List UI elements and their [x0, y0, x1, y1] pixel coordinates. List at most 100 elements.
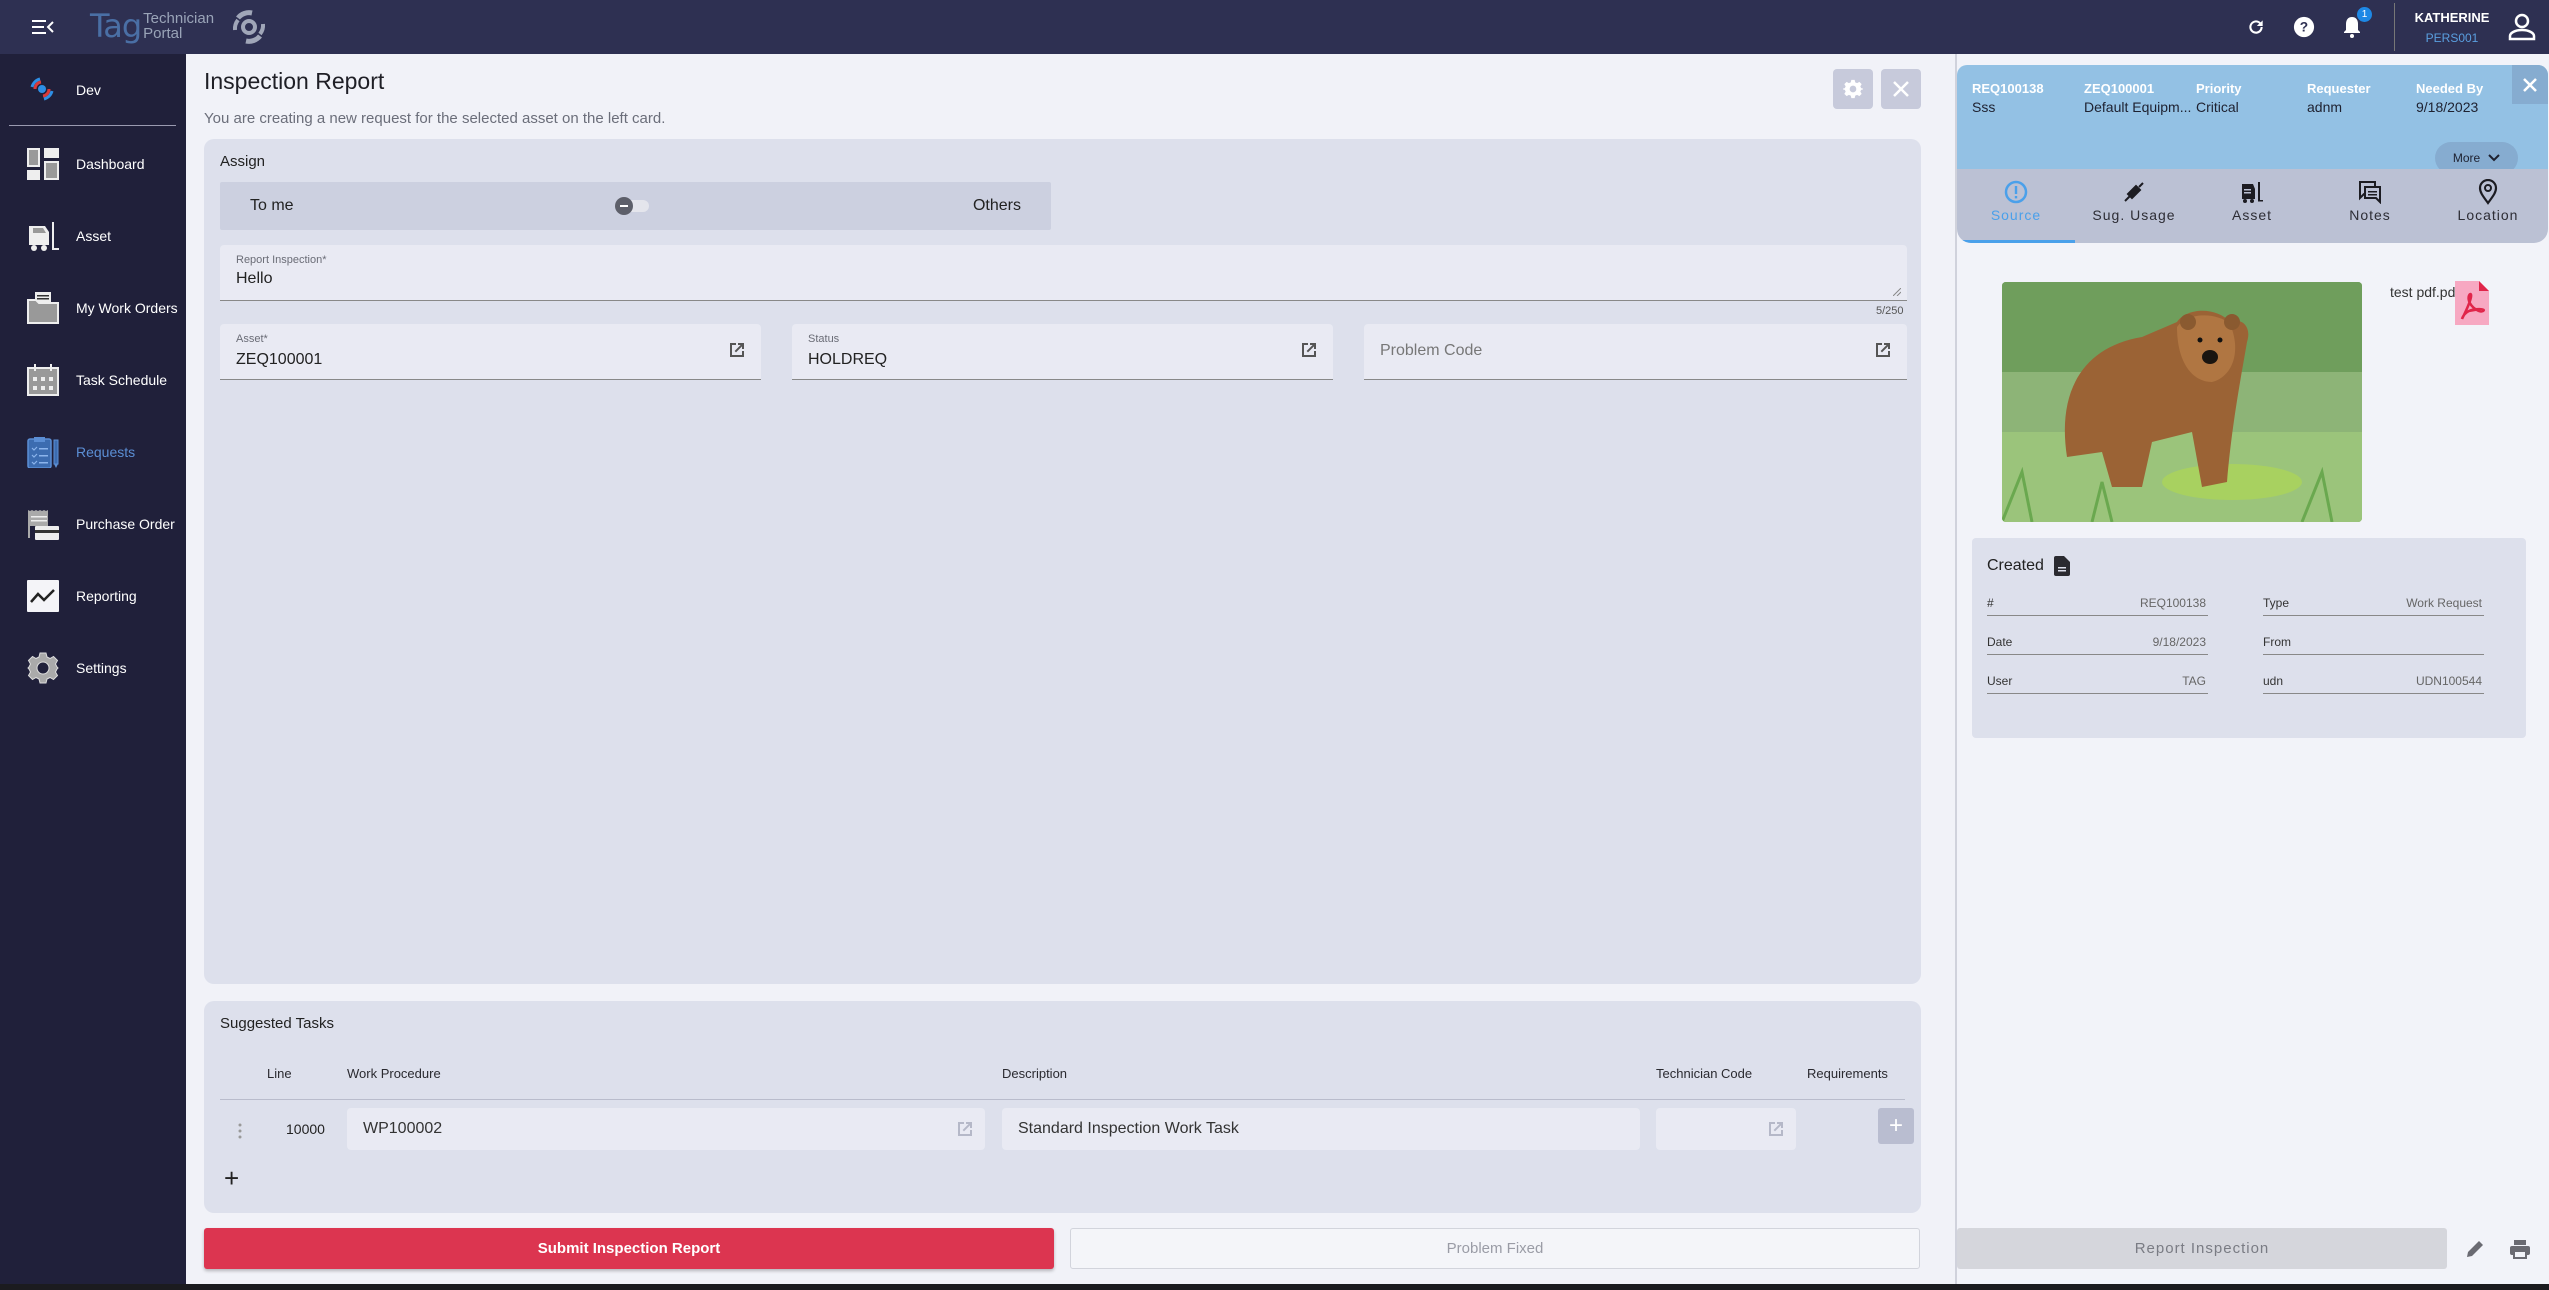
chevron-down-icon: [2488, 154, 2500, 162]
top-bar: Tag Technician Portal ? 1 KATHERINE PERS0…: [0, 0, 2549, 54]
open-in-new-icon[interactable]: [1299, 340, 1319, 360]
help-icon: ?: [2293, 16, 2315, 38]
environment-label: Dev: [76, 82, 101, 98]
sidebar-item-label: Asset: [76, 228, 112, 244]
technician-code-input[interactable]: [1656, 1108, 1796, 1150]
report-inspection-input[interactable]: Hello: [236, 270, 272, 288]
problem-code-input[interactable]: Problem Code: [1380, 342, 1482, 360]
user-name: KATHERINE: [2414, 9, 2490, 25]
refresh-icon: [2249, 20, 2263, 34]
sidebar-item-asset[interactable]: Asset: [0, 206, 186, 266]
app-logo: Tag Technician Portal: [90, 6, 214, 46]
sidebar-item-settings[interactable]: Settings: [0, 638, 186, 698]
requester-value: adnm: [2307, 99, 2343, 115]
user-info: KATHERINE PERS001: [2407, 10, 2497, 45]
suggested-tasks-card: Suggested Tasks Line Work Procedure Desc…: [204, 1001, 1921, 1213]
open-in-new-icon[interactable]: [727, 340, 747, 360]
status-field[interactable]: Status HOLDREQ: [792, 324, 1333, 380]
attachment-filename[interactable]: test pdf.pdf: [2390, 284, 2459, 300]
column-header-line: Line: [267, 1066, 292, 1081]
column-header-requirements: Requirements: [1807, 1066, 1888, 1081]
refresh-button[interactable]: [2244, 15, 2268, 39]
close-panel-button[interactable]: [2512, 65, 2548, 104]
sidebar-divider: [9, 125, 176, 126]
needed-by-column: Needed By 9/18/2023: [2416, 81, 2483, 115]
settings-button[interactable]: [1833, 69, 1873, 109]
sidebar-item-label: Purchase Order: [76, 516, 175, 532]
pdf-file-icon[interactable]: [2455, 281, 2489, 325]
plus-icon: +: [1888, 1112, 1903, 1139]
tab-sug-usage[interactable]: Sug. Usage: [2075, 169, 2193, 243]
detail-tabs: Source Sug. Usage Asset Notes Location: [1957, 169, 2548, 243]
tab-location[interactable]: Location: [2429, 169, 2547, 243]
assign-others-option[interactable]: Others: [973, 197, 1021, 215]
request-summary-header: REQ100138 Sss ZEQ100001 Default Equipm..…: [1957, 65, 2548, 174]
sidebar-item-reporting[interactable]: Reporting: [0, 566, 186, 626]
asset-input[interactable]: ZEQ100001: [236, 351, 322, 369]
sidebar-item-requests[interactable]: Requests: [0, 422, 186, 482]
add-task-button[interactable]: +: [224, 1165, 246, 1191]
assign-toggle[interactable]: [615, 197, 653, 215]
tab-source[interactable]: Source: [1957, 169, 2075, 243]
environment-selector[interactable]: Dev: [0, 54, 186, 126]
report-inspection-button[interactable]: Report Inspection: [1957, 1228, 2447, 1269]
sidebar-item-label: Task Schedule: [76, 372, 168, 388]
asset-column: ZEQ100001 Default Equipm...: [2084, 81, 2191, 115]
help-button[interactable]: ?: [2292, 15, 2316, 39]
edit-pencil-icon[interactable]: [2464, 1238, 2486, 1260]
toggle-knob: [615, 197, 633, 215]
tab-asset[interactable]: Asset: [2193, 169, 2311, 243]
sidebar-item-purchase-order[interactable]: Purchase Order: [0, 494, 186, 554]
user-profile-button[interactable]: [2507, 12, 2537, 42]
open-in-new-icon[interactable]: [1766, 1119, 1786, 1139]
alert-circle-icon: [2004, 180, 2028, 204]
line-number: 10000: [286, 1121, 325, 1137]
request-id-column: REQ100138 Sss: [1972, 81, 2044, 115]
plus-icon: +: [224, 1163, 240, 1193]
page-title: Inspection Report: [204, 68, 385, 94]
table-header-divider: [220, 1099, 1905, 1100]
created-label: Created: [1987, 557, 2044, 574]
open-in-new-icon[interactable]: [1873, 340, 1893, 360]
problem-code-field[interactable]: Problem Code: [1364, 324, 1907, 380]
attachment-photo[interactable]: [2002, 282, 2362, 522]
work-procedure-value: WP100002: [363, 1120, 443, 1137]
chart-line-icon: [26, 579, 60, 613]
user-id: PERS001: [2425, 30, 2479, 45]
requester-label: Requester: [2307, 81, 2371, 96]
drag-handle-icon[interactable]: [238, 1123, 242, 1139]
assign-to-me-option[interactable]: To me: [250, 197, 294, 215]
notifications-button[interactable]: 1: [2340, 7, 2372, 39]
add-requirement-button[interactable]: +: [1878, 1108, 1914, 1144]
description-input[interactable]: Standard Inspection Work Task: [1002, 1108, 1640, 1150]
close-button[interactable]: [1881, 69, 1921, 109]
brand-mark-icon: [230, 8, 268, 51]
field-label: Asset*: [236, 333, 268, 345]
sidebar-item-task-schedule[interactable]: Task Schedule: [0, 350, 186, 410]
sidebar-item-dashboard[interactable]: Dashboard: [0, 134, 186, 194]
submit-inspection-report-button[interactable]: Submit Inspection Report: [204, 1228, 1054, 1269]
field-label: Status: [808, 333, 840, 345]
print-icon[interactable]: [2509, 1238, 2531, 1260]
tab-notes[interactable]: Notes: [2311, 169, 2429, 243]
problem-fixed-button[interactable]: Problem Fixed: [1070, 1228, 1920, 1269]
menu-collapse-button[interactable]: [30, 14, 56, 40]
created-field-number: # REQ100138: [1987, 590, 2208, 616]
tab-label: Source: [1990, 207, 2042, 223]
document-icon[interactable]: [2053, 556, 2070, 576]
requester-column: Requester adnm: [2307, 81, 2371, 115]
work-procedure-input[interactable]: WP100002: [347, 1108, 985, 1150]
sidebar-item-label: My Work Orders: [76, 300, 178, 316]
report-inspection-field[interactable]: Report Inspection* Hello: [220, 245, 1907, 301]
column-header-description: Description: [1002, 1066, 1068, 1081]
asset-field[interactable]: Asset* ZEQ100001: [220, 324, 761, 380]
status-input[interactable]: HOLDREQ: [808, 351, 887, 369]
sidebar-item-my-work-orders[interactable]: My Work Orders: [0, 278, 186, 338]
resize-handle-icon[interactable]: [1893, 288, 1901, 296]
open-in-new-icon[interactable]: [955, 1119, 975, 1139]
request-id: REQ100138: [1972, 81, 2044, 96]
dashboard-icon: [26, 147, 60, 181]
column-header-technician-code: Technician Code: [1656, 1066, 1753, 1081]
asset-id: ZEQ100001: [2084, 81, 2155, 96]
sidebar: Dev Dashboard Asset My Work Orders Task …: [0, 54, 186, 1284]
